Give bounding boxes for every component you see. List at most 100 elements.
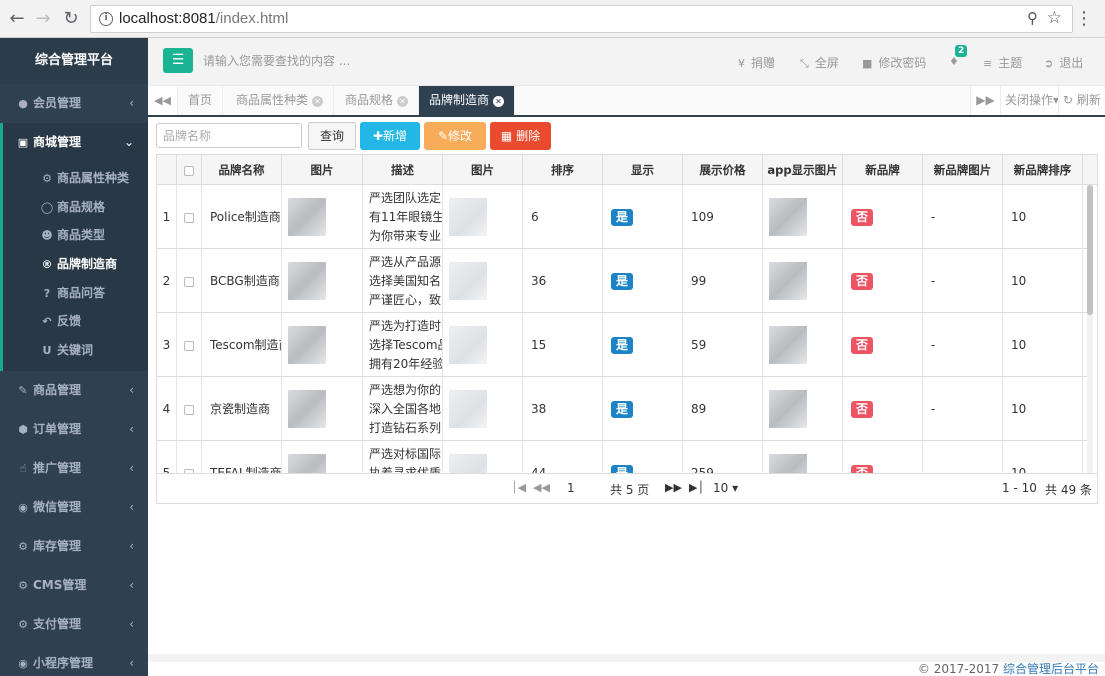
- app-picture-cell: [763, 249, 843, 313]
- address-bar[interactable]: i localhost:8081/index.html ⚲ ☆: [90, 5, 1073, 33]
- row-checkbox[interactable]: [184, 212, 194, 223]
- menu-goods[interactable]: ✎ 商品管理 ‹: [0, 371, 148, 410]
- table-scrollbar[interactable]: [1087, 185, 1093, 473]
- sub-keyword[interactable]: U 关键词: [3, 336, 148, 365]
- zoom-icon[interactable]: ⚲: [1027, 9, 1038, 27]
- reload-icon[interactable]: ↻: [60, 8, 82, 30]
- tab-home[interactable]: 首页: [178, 86, 224, 115]
- product-thumbnail: [288, 454, 326, 473]
- new-brand-cell: 否: [843, 377, 923, 441]
- sub-feedback[interactable]: ↶ 反馈: [3, 307, 148, 336]
- next-page-icon[interactable]: ▶▶: [665, 481, 682, 494]
- menu-toggle-icon[interactable]: ☰: [163, 48, 193, 73]
- menu-stock[interactable]: ⚙ 库存管理 ‹: [0, 527, 148, 566]
- menu-order[interactable]: ⬢ 订单管理 ‹: [0, 410, 148, 449]
- edit-button[interactable]: ✎修改: [424, 122, 486, 150]
- description-cell: 严选从产品源 选择美国知名 严谨匠心，致: [363, 249, 443, 313]
- price-cell: 59: [683, 313, 763, 377]
- col-show[interactable]: 显示: [603, 155, 683, 185]
- close-tab-icon[interactable]: ✕: [312, 96, 324, 107]
- close-operations-dropdown[interactable]: 关闭操作▾: [1000, 86, 1064, 115]
- fullscreen-link[interactable]: ⤡ 全屏: [800, 54, 839, 71]
- show-badge: 是: [611, 337, 634, 354]
- menu-wechat[interactable]: ◉ 微信管理 ‹: [0, 488, 148, 527]
- table-row[interactable]: 1 Police制造商 严选团队选定 有11年眼镜生 为你带来专业 6 是 109 否 -10: [157, 185, 1087, 249]
- logout-link[interactable]: ➲ 退出: [1044, 54, 1083, 71]
- brand-name-cell: BCBG制造商: [202, 249, 282, 313]
- question-icon: ?: [43, 286, 51, 300]
- browser-toolbar: ← → ↻ i localhost:8081/index.html ⚲ ☆ ⋮: [0, 0, 1105, 38]
- row-checkbox[interactable]: [184, 276, 194, 287]
- tabs-scroll-right-icon[interactable]: ▶▶: [970, 86, 1000, 115]
- tab-brand[interactable]: 品牌制造商 ✕: [419, 86, 516, 115]
- last-page-icon[interactable]: ▶│: [689, 481, 704, 494]
- browser-menu-icon[interactable]: ⋮: [1075, 8, 1093, 30]
- row-select-cell: [177, 185, 202, 249]
- notification-bell[interactable]: ♦ 2: [949, 45, 968, 68]
- col-new-brand[interactable]: 新品牌: [843, 155, 923, 185]
- menu-member[interactable]: ● 会员管理 ‹: [0, 84, 148, 123]
- menu-mall[interactable]: ▣ 商城管理 ⌄: [0, 123, 148, 162]
- col-app-picture[interactable]: app显示图片: [763, 155, 843, 185]
- tab-spec[interactable]: 商品规格 ✕: [335, 86, 420, 115]
- menu-pay[interactable]: ⚙ 支付管理 ‹: [0, 605, 148, 644]
- product-thumbnail: [769, 390, 807, 428]
- page-size-select[interactable]: 10 ▾: [713, 481, 738, 495]
- delete-button[interactable]: ▦ 删除: [490, 122, 551, 150]
- bookmark-star-icon[interactable]: ☆: [1047, 8, 1062, 28]
- col-price[interactable]: 展示价格: [683, 155, 763, 185]
- brand-name-filter[interactable]: [156, 123, 302, 148]
- table-row[interactable]: 3 Tescom制造商 严选为打造时选择Tescom品拥有20年经验 15 是 59 否 -1…: [157, 313, 1087, 377]
- add-button[interactable]: ✚新增: [360, 122, 420, 150]
- sub-brand[interactable]: ® 品牌制造商: [3, 250, 148, 279]
- close-tab-icon[interactable]: ✕: [397, 96, 409, 107]
- table-row[interactable]: 5 TEFAL制造商 严选对标国际 执着寻求优质 44 是 259 否 -10: [157, 441, 1087, 473]
- change-password-link[interactable]: ■ 修改密码: [862, 54, 926, 71]
- back-icon[interactable]: ←: [6, 8, 28, 30]
- tab-attr-category[interactable]: 商品属性种类 ✕: [226, 86, 335, 115]
- price-cell: 89: [683, 377, 763, 441]
- picture-2-cell: [443, 313, 523, 377]
- sub-qa[interactable]: ? 商品问答: [3, 279, 148, 308]
- tabs-scroll-left-icon[interactable]: ◀◀: [148, 86, 178, 115]
- global-search-input[interactable]: [203, 51, 453, 71]
- forward-icon[interactable]: →: [32, 8, 54, 30]
- info-icon[interactable]: i: [99, 12, 113, 26]
- scrollbar-thumb[interactable]: [1087, 185, 1093, 315]
- col-new-brand-picture[interactable]: 新品牌图片: [923, 155, 1003, 185]
- col-description[interactable]: 描述: [363, 155, 443, 185]
- refresh-tab-button[interactable]: ↻ 刷新: [1058, 86, 1105, 115]
- show-cell: 是: [603, 249, 683, 313]
- table-row[interactable]: 4 京瓷制造商 严选想为你的 深入全国各地 打造钻石系列 38 是 89 否 -10: [157, 377, 1087, 441]
- current-page-input[interactable]: 1: [567, 481, 575, 495]
- table-row[interactable]: 2 BCBG制造商 严选从产品源 选择美国知名 严谨匠心，致 36 是 99 否 -10: [157, 249, 1087, 313]
- row-checkbox[interactable]: [184, 404, 194, 415]
- footer-link[interactable]: 综合管理后台平台: [1003, 662, 1099, 676]
- col-picture[interactable]: 图片: [282, 155, 363, 185]
- col-sort[interactable]: 排序: [523, 155, 603, 185]
- close-tab-icon[interactable]: ✕: [493, 96, 505, 107]
- menu-miniapp[interactable]: ◉ 小程序管理 ‹: [0, 644, 148, 676]
- query-button[interactable]: 查询: [308, 122, 356, 150]
- menu-cms[interactable]: ⚙ CMS管理 ‹: [0, 566, 148, 605]
- row-checkbox[interactable]: [184, 340, 194, 351]
- select-all-checkbox[interactable]: [184, 165, 194, 176]
- tab-label: 商品规格: [345, 93, 394, 107]
- sort-cell: 6: [523, 185, 603, 249]
- col-new-brand-sort[interactable]: 新品牌排序: [1003, 155, 1083, 185]
- donate-link[interactable]: ¥ 捐赠: [738, 54, 775, 71]
- col-picture-2[interactable]: 图片: [443, 155, 523, 185]
- menu-promotion[interactable]: ☝ 推广管理 ‹: [0, 449, 148, 488]
- sub-spec[interactable]: ◯ 商品规格: [3, 193, 148, 222]
- new-brand-sort-cell: 10: [1003, 441, 1083, 473]
- prev-page-icon[interactable]: ◀◀: [533, 481, 550, 494]
- theme-link[interactable]: ≡ 主题: [983, 54, 1022, 71]
- url-path: /index.html: [215, 10, 289, 27]
- product-thumbnail: [449, 390, 487, 428]
- logout-label: 退出: [1059, 56, 1084, 70]
- first-page-icon[interactable]: │◀: [511, 481, 526, 494]
- sub-type[interactable]: ☻ 商品类型: [3, 221, 148, 250]
- sub-attr-category[interactable]: ⚙ 商品属性种类: [3, 164, 148, 193]
- col-brand-name[interactable]: 品牌名称: [202, 155, 282, 185]
- sub-label: 关键词: [57, 343, 94, 358]
